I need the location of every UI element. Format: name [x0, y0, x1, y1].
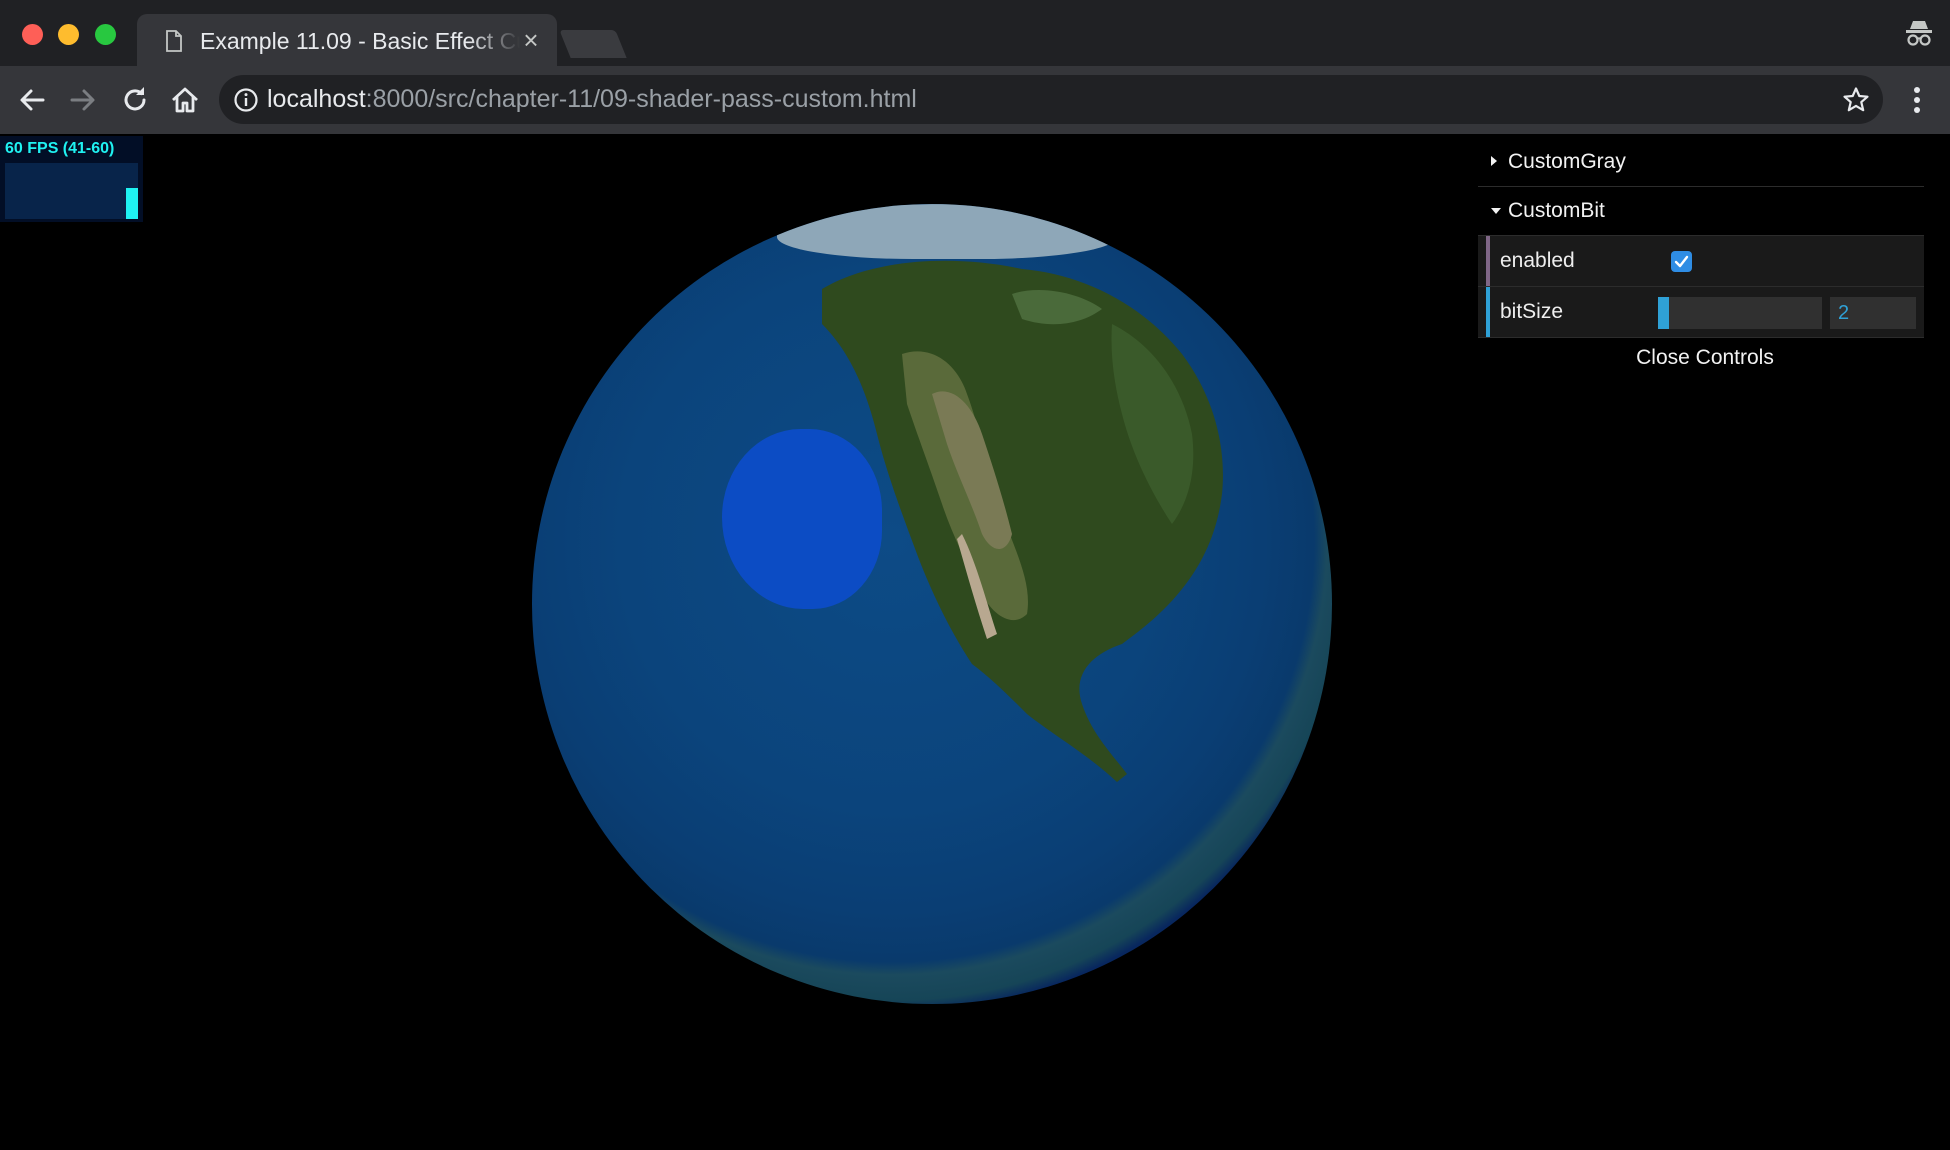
caret-right-icon	[1490, 138, 1504, 186]
enabled-checkbox[interactable]	[1671, 251, 1692, 272]
folder-title-customgray: CustomGray	[1508, 150, 1626, 173]
boolean-stripe	[1486, 236, 1490, 286]
dat-gui-panel: CustomGray CustomBit enabled bitSize 2 C…	[1478, 138, 1924, 378]
home-icon[interactable]	[169, 84, 201, 116]
bitsize-input[interactable]: 2	[1830, 297, 1916, 329]
url-text[interactable]: localhost:8000/src/chapter-11/09-shader-…	[267, 84, 917, 115]
window-close-button[interactable]	[22, 24, 43, 45]
url-host: localhost	[267, 85, 366, 113]
webgl-canvas[interactable]: 60 FPS (41-60) CustomGray CustomBit enab…	[0, 134, 1950, 1150]
browser-window: Example 11.09 - Basic Effect Custom Shad…	[0, 0, 1950, 1150]
tab-close-icon[interactable]: ×	[517, 26, 545, 54]
tab-active[interactable]: Example 11.09 - Basic Effect Custom Shad…	[137, 14, 557, 66]
control-bitsize: bitSize 2	[1478, 287, 1924, 338]
window-maximize-button[interactable]	[95, 24, 116, 45]
globe-sphere	[532, 204, 1332, 1004]
close-controls-button[interactable]: Close Controls	[1486, 338, 1924, 378]
new-tab-button[interactable]	[559, 30, 627, 58]
title-bar: Example 11.09 - Basic Effect Custom Shad…	[0, 0, 1950, 66]
forward-arrow-icon[interactable]	[67, 84, 99, 116]
earth-globe	[532, 204, 1332, 1004]
window-minimize-button[interactable]	[58, 24, 79, 45]
bitsize-slider[interactable]	[1658, 297, 1822, 329]
tab-title: Example 11.09 - Basic Effect Custom Shad…	[200, 28, 520, 54]
back-arrow-icon[interactable]	[16, 84, 48, 116]
toolbar: localhost:8000/src/chapter-11/09-shader-…	[0, 66, 1950, 134]
page-icon	[165, 30, 183, 57]
folder-title-custombit: CustomBit	[1508, 199, 1605, 222]
bitsize-slider-fill	[1658, 297, 1669, 329]
info-icon[interactable]	[233, 87, 259, 118]
fps-graph	[5, 163, 138, 219]
north-america-landmass	[822, 260, 1223, 782]
folder-customgray[interactable]: CustomGray	[1478, 138, 1924, 187]
url-path: :8000/src/chapter-11/09-shader-pass-cust…	[365, 85, 917, 113]
reload-icon[interactable]	[119, 84, 151, 116]
control-enabled: enabled	[1478, 236, 1924, 287]
fps-stats-panel[interactable]: 60 FPS (41-60)	[0, 136, 143, 222]
fps-label: 60 FPS (41-60)	[5, 140, 115, 157]
bitsize-label: bitSize	[1500, 300, 1564, 323]
star-icon[interactable]	[1842, 86, 1870, 119]
number-stripe	[1486, 287, 1490, 337]
enabled-label: enabled	[1500, 249, 1575, 272]
more-vert-icon[interactable]	[1906, 84, 1928, 116]
address-bar[interactable]: localhost:8000/src/chapter-11/09-shader-…	[219, 75, 1883, 124]
fps-graph-bar	[126, 188, 138, 219]
folder-custombit[interactable]: CustomBit	[1478, 187, 1924, 236]
incognito-icon[interactable]	[1904, 18, 1934, 53]
caret-down-icon	[1490, 187, 1504, 235]
